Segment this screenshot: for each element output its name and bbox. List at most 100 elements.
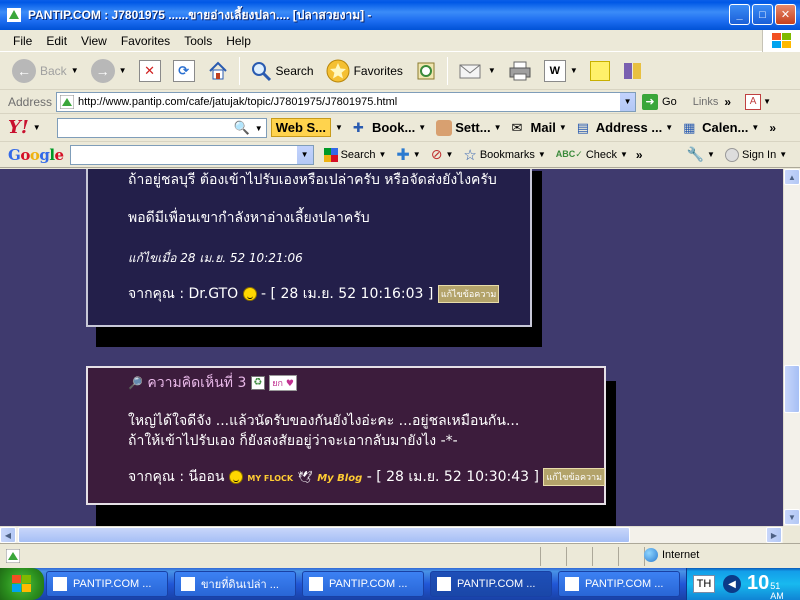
chevron-down-icon[interactable]: ▼ — [620, 150, 628, 159]
pdf-icon[interactable]: A — [745, 93, 762, 110]
yahoo-search-input[interactable]: 🔍 ▼ — [56, 117, 267, 138]
print-button[interactable] — [504, 55, 536, 87]
taskbar-button[interactable]: PANTIP.COM ... — [302, 571, 424, 597]
horizontal-scrollbar[interactable]: ◀ ▶ — [0, 526, 783, 543]
chevron-down-icon[interactable]: ▼ — [335, 123, 343, 132]
page-viewport[interactable]: ถ้าอยู่ชลบุรี ต้องเข้าไปรับเองหรือเปล่าค… — [0, 169, 783, 526]
menu-edit[interactable]: Edit — [39, 34, 74, 48]
security-zone[interactable]: Internet — [644, 548, 699, 562]
horizontal-scroll-thumb[interactable] — [18, 527, 630, 543]
minimize-button[interactable]: _ — [729, 4, 750, 25]
chevron-right-icon[interactable]: » — [636, 148, 643, 162]
stop-button[interactable]: ✕ — [135, 55, 165, 87]
chevron-down-icon[interactable]: ▼ — [494, 123, 502, 132]
google-search-input[interactable]: ▼ — [69, 144, 314, 165]
yahoo-calendar-button[interactable]: ▦ Calen... ▼ — [683, 120, 759, 136]
google-sign-in-button[interactable]: Sign In ▼ — [724, 147, 787, 162]
menu-file[interactable]: File — [6, 34, 39, 48]
google-bookmarks-button[interactable]: ☆ Bookmarks ▼ — [463, 146, 545, 164]
chevron-down-icon[interactable]: ▼ — [665, 123, 673, 132]
yahoo-web-search-button[interactable]: Web S... — [270, 118, 332, 137]
google-settings-button[interactable]: 🔧 ▼ — [687, 146, 715, 163]
chevron-down-icon[interactable]: ▼ — [296, 145, 313, 164]
praise-badge[interactable]: ยก ♥ — [269, 375, 297, 391]
address-input[interactable]: http://www.pantip.com/cafe/jatujak/topic… — [56, 91, 637, 112]
yahoo-settings-button[interactable]: Sett... ▼ — [436, 119, 502, 136]
google-plus-button[interactable]: ✚ ▼ — [396, 145, 420, 165]
start-button[interactable] — [0, 568, 44, 600]
links-button[interactable]: Links — [693, 96, 719, 108]
yahoo-address-button[interactable]: ▤ Address ... ▼ — [577, 120, 673, 136]
search-button[interactable]: Search — [246, 55, 318, 87]
chevron-down-icon[interactable]: ▼ — [378, 150, 386, 159]
chevron-down-icon[interactable]: ▼ — [779, 150, 787, 159]
chevron-down-icon[interactable]: ▼ — [413, 150, 421, 159]
globe-icon — [644, 548, 658, 562]
chevron-down-icon[interactable]: ▼ — [570, 66, 578, 75]
author[interactable]: จากคุณ : Dr.GTO — [128, 286, 238, 302]
google-popup-blocker-button[interactable]: ⊘ ▼ — [431, 146, 454, 163]
post-text-line: ถ้าอยู่ชลบุรี ต้องเข้าไปรับเองหรือเปล่าค… — [128, 172, 497, 188]
edit-button[interactable]: W ▼ — [540, 55, 582, 87]
menu-view[interactable]: View — [74, 34, 114, 48]
menu-favorites[interactable]: Favorites — [114, 34, 177, 48]
chevron-right-icon[interactable]: » — [769, 121, 776, 135]
chevron-down-icon[interactable]: ▼ — [418, 123, 426, 132]
refresh-button[interactable]: ⟳ — [169, 55, 199, 87]
chevron-right-icon[interactable]: » — [724, 95, 731, 109]
yahoo-logo[interactable]: Y! — [8, 117, 29, 138]
chevron-down-icon[interactable]: ▼ — [763, 97, 771, 106]
taskbar-button[interactable]: PANTIP.COM ... — [46, 571, 168, 597]
google-spellcheck-button[interactable]: ABC✓ Check ▼ — [556, 149, 628, 161]
menu-tools[interactable]: Tools — [177, 34, 219, 48]
google-search-button[interactable]: Search ▼ — [323, 147, 386, 162]
author[interactable]: จากคุณ : นีออน — [128, 469, 224, 485]
chevron-down-icon[interactable]: ▼ — [559, 123, 567, 132]
chevron-down-icon[interactable]: ▼ — [538, 150, 546, 159]
taskbar-button[interactable]: ขายที่ดินเปล่า ... — [174, 571, 296, 597]
search-icon[interactable]: 🔍 — [234, 120, 250, 136]
favorites-button[interactable]: Favorites — [322, 55, 407, 87]
menu-help[interactable]: Help — [219, 34, 258, 48]
research-button[interactable] — [618, 55, 648, 87]
scroll-up-arrow-icon[interactable]: ▲ — [784, 169, 800, 185]
edit-message-button[interactable]: แก้ไขข้อความ — [437, 285, 500, 303]
close-button[interactable]: ✕ — [775, 4, 796, 25]
history-button[interactable] — [411, 55, 441, 87]
myblog-link[interactable]: My Blog — [317, 473, 362, 484]
clock[interactable]: 10 51 AM — [747, 572, 784, 600]
tray-arrow-icon[interactable]: ◀ — [723, 575, 741, 593]
edit-message-button[interactable]: แก้ไขข้อความ — [543, 468, 605, 486]
home-button[interactable] — [203, 55, 233, 87]
chevron-down-icon[interactable]: ▼ — [255, 124, 263, 133]
recycle-icon[interactable]: ♻ — [250, 376, 265, 390]
chevron-down-icon[interactable]: ▼ — [751, 123, 759, 132]
yahoo-bookmarks-button[interactable]: ✚ Book... ▼ — [353, 120, 426, 136]
discuss-button[interactable] — [586, 55, 614, 87]
vertical-scroll-thumb[interactable] — [784, 365, 800, 413]
scroll-down-arrow-icon[interactable]: ▼ — [784, 509, 800, 525]
chevron-down-icon[interactable]: ▼ — [488, 66, 496, 75]
chevron-down-icon[interactable]: ▼ — [707, 150, 715, 159]
language-indicator[interactable]: TH — [693, 575, 715, 593]
maximize-button[interactable]: □ — [752, 4, 773, 25]
taskbar-button-active[interactable]: PANTIP.COM ... — [430, 571, 552, 597]
scroll-right-arrow-icon[interactable]: ▶ — [766, 527, 782, 543]
chevron-down-icon[interactable]: ▼ — [71, 66, 79, 75]
chevron-down-icon[interactable]: ▼ — [33, 123, 41, 132]
title-bar[interactable]: PANTIP.COM : J7801975 ......ขายอ่างเลี้ย… — [0, 0, 800, 30]
forward-button[interactable]: → ▼ — [87, 55, 131, 87]
vertical-scrollbar[interactable]: ▲ ▼ — [783, 169, 800, 526]
back-button[interactable]: ← Back ▼ — [8, 55, 83, 87]
google-logo[interactable]: Google — [8, 146, 64, 164]
taskbar-button[interactable]: PANTIP.COM ... — [558, 571, 680, 597]
chevron-down-icon[interactable]: ▼ — [445, 150, 453, 159]
go-button[interactable]: ➜ Go — [642, 93, 677, 110]
comment-number[interactable]: ความคิดเห็นที่ 3 — [147, 375, 246, 391]
mail-button[interactable]: ▼ — [454, 55, 500, 87]
myflock-link[interactable]: MY FLOCK — [247, 474, 293, 483]
yahoo-mail-button[interactable]: ✉ Mail ▼ — [512, 120, 567, 136]
chevron-down-icon[interactable]: ▼ — [619, 92, 636, 111]
scroll-left-arrow-icon[interactable]: ◀ — [0, 527, 16, 543]
chevron-down-icon[interactable]: ▼ — [119, 66, 127, 75]
